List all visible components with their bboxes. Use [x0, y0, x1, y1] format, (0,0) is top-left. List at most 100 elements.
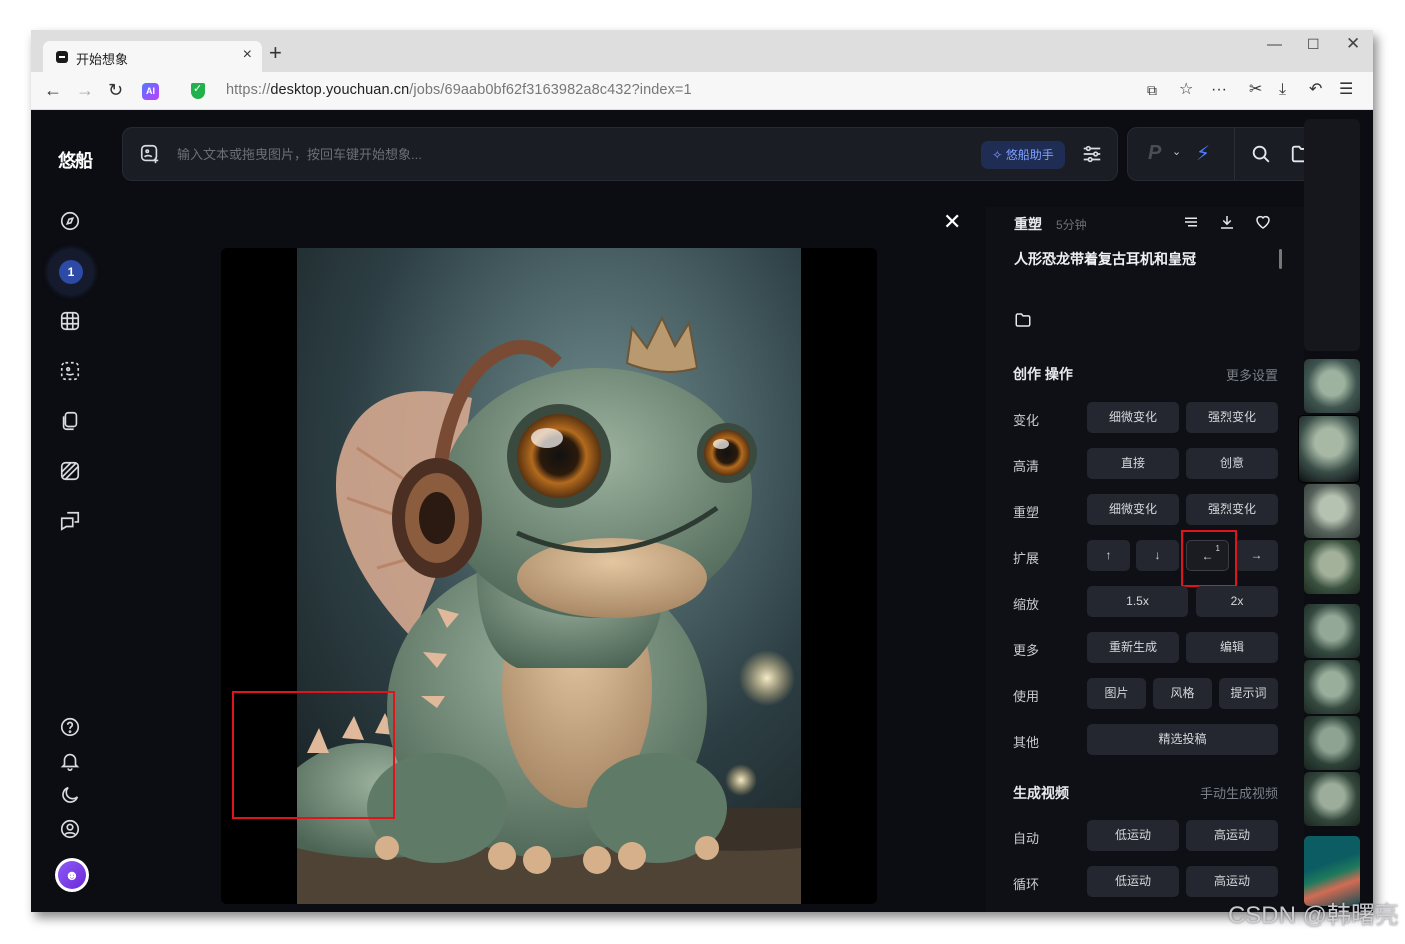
row-label-variation: 变化	[1013, 413, 1040, 428]
upscale-creative-button[interactable]: 创意	[1186, 448, 1278, 479]
search-icon[interactable]	[1250, 143, 1272, 165]
prompt-text: 人形恐龙带着复古耳机和皇冠	[1014, 251, 1196, 267]
divider	[1234, 128, 1235, 180]
folder-icon[interactable]	[1014, 311, 1032, 329]
compass-icon[interactable]	[59, 210, 83, 234]
thumbnail-item[interactable]	[1304, 359, 1360, 413]
list-icon[interactable]	[1182, 213, 1200, 231]
tab-title: 开始想象	[76, 52, 129, 67]
texture-icon[interactable]	[59, 460, 83, 484]
variation-strong-button[interactable]: 强烈变化	[1186, 402, 1278, 433]
close-window-icon[interactable]: ✕	[1346, 34, 1360, 54]
bookmark-star-icon[interactable]: ☆	[1179, 80, 1193, 100]
loop-low-motion-button[interactable]: 低运动	[1087, 866, 1179, 897]
task-count: 1	[59, 260, 83, 284]
zoom-2x-button[interactable]: 2x	[1196, 586, 1278, 617]
auto-high-motion-button[interactable]: 高运动	[1186, 820, 1278, 851]
user-icon[interactable]	[59, 818, 83, 842]
chevron-down-icon[interactable]: ⌄	[1172, 145, 1181, 158]
panel-time: 5分钟	[1056, 218, 1087, 232]
zoom-1-5x-button[interactable]: 1.5x	[1087, 586, 1188, 617]
minimize-icon[interactable]: —	[1267, 36, 1282, 53]
loop-high-motion-button[interactable]: 高运动	[1186, 866, 1278, 897]
prompt-input[interactable]	[177, 140, 957, 168]
use-style-button[interactable]: 风格	[1153, 678, 1212, 709]
thumbnail-item[interactable]	[1304, 604, 1360, 658]
back-icon[interactable]: ←	[44, 80, 62, 100]
grid-icon[interactable]	[59, 310, 83, 334]
reload-icon[interactable]: ↻	[108, 80, 123, 100]
forward-icon[interactable]: →	[76, 80, 94, 100]
use-image-button[interactable]: 图片	[1087, 678, 1146, 709]
row-label-loop: 循环	[1013, 877, 1040, 892]
upscale-direct-button[interactable]: 直接	[1087, 448, 1179, 479]
address-bar: ← → ↻ AI https://desktop.youchuan.cn/job…	[31, 72, 1373, 110]
creation-title: 创作 操作	[1013, 366, 1073, 382]
image-upload-icon[interactable]	[139, 143, 161, 165]
manual-video-link[interactable]: 手动生成视频	[1200, 783, 1278, 802]
tab-bar: 开始想象 × + — ☐ ✕	[31, 30, 1373, 72]
avatar[interactable]: ☻	[55, 858, 89, 892]
variation-subtle-button[interactable]: 细微变化	[1087, 402, 1179, 433]
bell-icon[interactable]	[59, 750, 83, 774]
extend-area-highlight	[232, 691, 395, 819]
edit-button[interactable]: 编辑	[1186, 632, 1278, 663]
video-title: 生成视频	[1013, 785, 1069, 801]
thumbnail-strip	[1298, 111, 1373, 912]
remix-subtle-button[interactable]: 细微变化	[1087, 494, 1179, 525]
row-label-more: 更多	[1013, 643, 1040, 658]
row-label-zoom: 缩放	[1013, 597, 1040, 612]
moon-icon[interactable]	[59, 784, 83, 808]
regenerate-button[interactable]: 重新生成	[1087, 632, 1179, 663]
settings-sliders-icon[interactable]	[1081, 143, 1103, 165]
use-prompt-button[interactable]: 提示词	[1219, 678, 1278, 709]
more-settings-link[interactable]: 更多设置	[1226, 365, 1278, 384]
cut-icon[interactable]: ✂	[1249, 80, 1262, 100]
download-icon[interactable]: ⤓	[1279, 80, 1286, 100]
featured-submit-button[interactable]: 精选投稿	[1087, 724, 1278, 755]
chat-icon[interactable]	[59, 510, 83, 534]
download-icon[interactable]	[1218, 213, 1236, 231]
more-dots-icon[interactable]: ···	[1211, 80, 1227, 100]
right-toolbar: P ⌄ ⚡︎	[1127, 127, 1327, 181]
maximize-icon[interactable]: ☐	[1307, 36, 1320, 53]
thumbnail-item[interactable]	[1304, 540, 1360, 594]
ai-extension-icon[interactable]: AI	[142, 83, 159, 100]
secure-shield-icon	[191, 82, 205, 99]
avatar-user-icon: ☻	[58, 861, 86, 889]
thumbnail-item[interactable]	[1304, 772, 1360, 826]
browser-tab[interactable]: 开始想象 ×	[43, 41, 262, 72]
heart-icon[interactable]	[1254, 213, 1272, 231]
menu-icon[interactable]: ☰	[1339, 80, 1353, 100]
select-icon[interactable]	[59, 360, 83, 384]
help-icon[interactable]	[59, 716, 83, 740]
bolt-icon[interactable]: ⚡︎	[1196, 141, 1210, 166]
close-icon[interactable]: ✕	[943, 209, 961, 235]
thumbnail-item[interactable]	[1304, 660, 1360, 714]
extend-right-button[interactable]: →	[1235, 540, 1278, 571]
image-viewer	[221, 248, 877, 904]
browser-window: 开始想象 × + — ☐ ✕ ← → ↻ AI https://desktop.…	[31, 30, 1373, 912]
row-label-use: 使用	[1013, 689, 1040, 704]
personalize-mode[interactable]: P	[1148, 142, 1161, 165]
thumbnail-item[interactable]	[1304, 484, 1360, 538]
favicon-icon	[56, 51, 68, 63]
undo-icon[interactable]: ↶	[1309, 80, 1322, 100]
scrollbar[interactable]	[1279, 249, 1282, 269]
auto-low-motion-button[interactable]: 低运动	[1087, 820, 1179, 851]
extend-up-button[interactable]: ↑	[1087, 540, 1130, 571]
thumbnail-item-selected[interactable]	[1298, 415, 1360, 483]
url-field[interactable]: https://desktop.youchuan.cn/jobs/69aab0b…	[181, 76, 1241, 105]
thumbnail-item[interactable]	[1304, 716, 1360, 770]
new-tab-icon[interactable]: +	[269, 42, 282, 64]
extend-down-button[interactable]: ↓	[1136, 540, 1179, 571]
panel-title: 重塑	[1014, 216, 1042, 232]
tab-close-icon[interactable]: ×	[243, 46, 252, 64]
row-label-remix: 重塑	[1013, 505, 1040, 520]
remix-strong-button[interactable]: 强烈变化	[1186, 494, 1278, 525]
assistant-button[interactable]: ✧ 悠船助手	[981, 141, 1065, 169]
copy-icon[interactable]	[59, 410, 83, 434]
translate-icon[interactable]: ⧉	[1147, 80, 1157, 100]
row-label-upscale: 高清	[1013, 459, 1040, 474]
task-badge[interactable]: 1	[48, 249, 94, 295]
